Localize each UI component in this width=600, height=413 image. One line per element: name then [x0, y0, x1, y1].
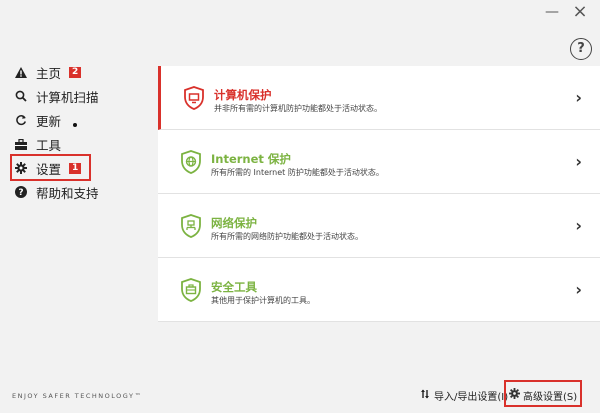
sidebar-item-label: 帮助和支持 — [36, 185, 99, 201]
close-button[interactable]: × — [568, 2, 592, 22]
update-indicator-dot — [73, 123, 77, 127]
row-description: 其他用于保护计算机的工具。 — [211, 296, 315, 305]
shield-briefcase-icon — [180, 278, 202, 302]
shield-globe-icon — [180, 150, 202, 174]
sidebar-item-label: 工具 — [36, 137, 62, 153]
protection-panel: 计算机保护 并非所有需的计算机防护功能都处于活动状态。 › Internet 保… — [158, 66, 600, 322]
row-description: 所有所需的 Internet 防护功能都处于活动状态。 — [211, 168, 384, 177]
row-title: 计算机保护 — [214, 88, 272, 102]
sidebar-item-update[interactable]: 更新 — [14, 110, 61, 130]
chevron-right-icon: › — [575, 216, 582, 235]
row-description: 并非所有需的计算机防护功能都处于活动状态。 — [214, 104, 382, 113]
warning-icon — [14, 65, 28, 79]
row-title: 网络保护 — [211, 216, 257, 230]
help-icon: ? — [14, 185, 28, 199]
row-title: Internet 保护 — [211, 152, 291, 166]
brand-tagline: ENJOY SAFER TECHNOLOGY™ — [12, 392, 143, 400]
import-export-icon — [420, 389, 430, 402]
title-bar: — × — [0, 0, 600, 28]
computer-protection-row[interactable]: 计算机保护 并非所有需的计算机防护功能都处于活动状态。 › — [158, 66, 600, 130]
shield-network-icon — [180, 214, 202, 238]
search-icon — [14, 89, 28, 103]
settings-highlight-box — [10, 154, 91, 181]
toolbox-icon — [14, 137, 28, 151]
sidebar-item-home[interactable]: 主页 2 — [14, 62, 82, 82]
sidebar-item-tools[interactable]: 工具 — [14, 134, 61, 154]
import-export-button[interactable]: 导入/导出设置(I) — [420, 384, 508, 406]
row-title: 安全工具 — [211, 280, 257, 294]
chevron-right-icon: › — [575, 88, 582, 107]
import-export-label: 导入/导出设置(I) — [434, 391, 509, 403]
network-protection-row[interactable]: 网络保护 所有所需的网络防护功能都处于活动状态。 › — [158, 194, 600, 258]
sidebar-item-help-support[interactable]: ? 帮助和支持 — [14, 182, 99, 202]
advanced-settings-highlight-box — [504, 380, 582, 407]
help-button[interactable]: ? — [570, 38, 592, 60]
refresh-icon — [14, 113, 28, 127]
shield-monitor-icon — [183, 86, 205, 110]
sidebar-item-label: 主页 — [36, 65, 62, 81]
row-description: 所有所需的网络防护功能都处于活动状态。 — [211, 232, 363, 241]
sidebar-item-computer-scan[interactable]: 计算机扫描 — [14, 86, 99, 106]
minimize-button[interactable]: — — [540, 2, 564, 22]
sidebar-item-label: 计算机扫描 — [36, 89, 99, 105]
security-tools-row[interactable]: 安全工具 其他用于保护计算机的工具。 › — [158, 258, 600, 322]
chevron-right-icon: › — [575, 152, 582, 171]
svg-text:?: ? — [18, 188, 23, 198]
internet-protection-row[interactable]: Internet 保护 所有所需的 Internet 防护功能都处于活动状态。 … — [158, 130, 600, 194]
sidebar-item-label: 更新 — [36, 113, 62, 129]
notification-badge: 2 — [69, 66, 82, 78]
chevron-right-icon: › — [575, 280, 582, 299]
